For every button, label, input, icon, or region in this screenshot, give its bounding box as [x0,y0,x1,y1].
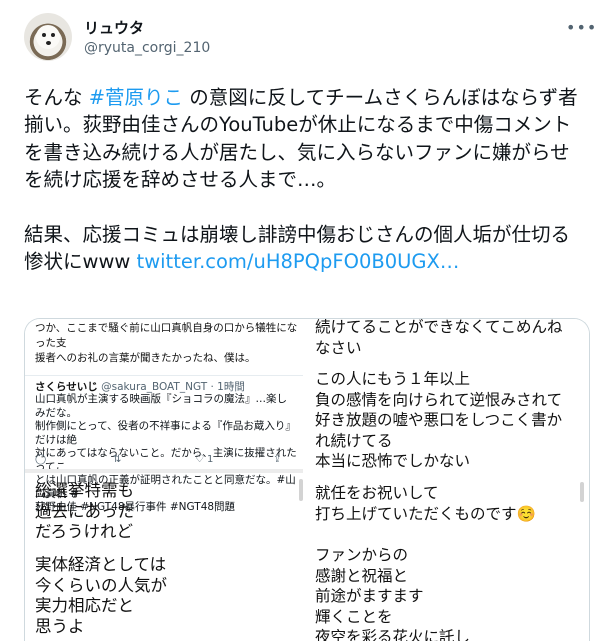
retweet-icon: ⇅ [113,454,122,465]
corgi-face-icon [36,25,60,49]
avatar-eye-icon [42,33,46,37]
tweet-text-part2: の意図に反してチームさくらんぼはならず者揃い。荻野由佳さんのYouTubeが休止… [24,86,578,274]
hashtag-link[interactable]: #菅原りこ [89,86,183,109]
media-image-left[interactable]: つか、ここまで騒ぐ前に山口真帆自身の口から犠牲になった支 援者へのお礼の言葉が聞… [25,319,305,641]
reply-icon: ◯ [35,454,47,465]
tweet-text-part1: そんな [24,86,89,109]
image-caption-block2: 実体経済としては 今くらいの人気が 実力相応だと 思うよ [35,555,167,636]
avatar-nose-icon [46,41,51,45]
embedded-tweet-header: さくらせいじ @sakura_BOAT_NGT · 1時間 [35,379,245,394]
media-image-right[interactable]: 続けてることができなくてこめんね なさい この人にもう１年以上 負の感情を向けら… [305,319,589,641]
image-right-block2: 就任をお祝いして 打ち上げていただくものです☺️ [315,484,536,523]
image-right-top-text: 続けてることができなくてこめんね なさい [315,319,563,357]
tweet-text: そんな #菅原りこ の意図に反してチームさくらんぼはならず者揃い。荻野由佳さんの… [24,84,584,276]
author-name[interactable]: リュウタ [84,17,144,38]
share-icon: ⇪ [273,454,282,465]
image-right-block3: ファンからの 感謝と祝福と 前途がますます 輝くことを 夜空を彩る花火に託し [315,546,471,641]
avatar-eye-icon [51,33,55,37]
embedded-divider [25,469,303,473]
scrollbar-thumb-right [580,482,584,502]
image-caption-block1: 総選挙特需も 過去にあった だろうけれど [35,481,134,541]
embedded-tweet: さくらせいじ @sakura_BOAT_NGT · 1時間 山口真帆が主演する映… [25,375,303,513]
embedded-tweet-actions: ◯ ⇅ ♡ 1 ⇪ [35,454,293,468]
heart-icon: ♡ [195,454,204,465]
embedded-tweet-user: さくらせいじ [35,381,98,393]
author-handle[interactable]: @ryuta_corgi_210 [84,40,210,56]
tweet-media-grid[interactable]: つか、ここまで騒ぐ前に山口真帆自身の口から犠牲になった支 援者へのお礼の言葉が聞… [24,318,590,641]
embedded-tweet-text-top: つか、ここまで騒ぐ前に山口真帆自身の口から犠牲になった支 援者へのお礼の言葉が聞… [35,322,298,364]
like-count: 1 [207,454,214,465]
scrollbar-thumb [299,479,303,501]
image-right-block1: この人にもう１年以上 負の感情を向けられて逆恨みされて 好き放題の嘘や悪口をしつ… [315,370,563,470]
more-options-icon[interactable]: ••• [566,18,597,37]
embedded-tweet-handle: @sakura_BOAT_NGT · 1時間 [101,381,245,393]
tweet-url-link[interactable]: twitter.com/uH8PQpFO0B0UGX… [137,250,460,273]
author-avatar[interactable] [24,13,72,61]
